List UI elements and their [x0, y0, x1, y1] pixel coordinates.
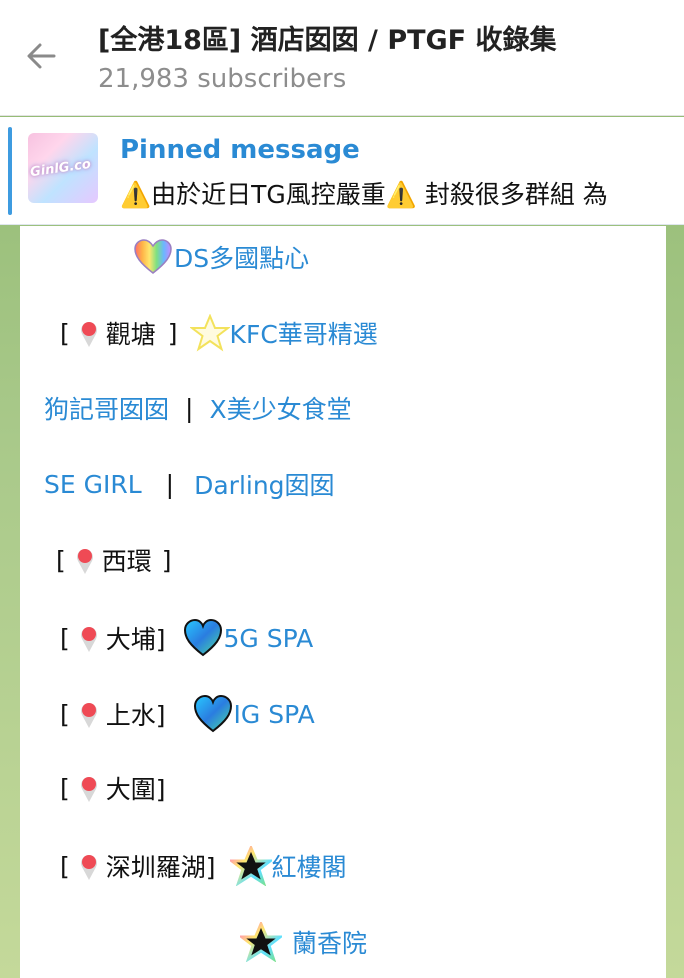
- glowing-star-icon: [189, 314, 230, 352]
- dog-link[interactable]: 狗記哥囡囡: [44, 390, 169, 426]
- pinned-message-bar[interactable]: GinlG.co Pinned message ⚠️由於近日TG風控嚴重⚠️ 封…: [0, 117, 684, 225]
- location-pin-icon: [76, 549, 93, 574]
- darling-link[interactable]: Darling囡囡: [194, 466, 334, 502]
- bracket-open: [: [56, 545, 66, 575]
- message-line-taiwai: [ 大圍]: [60, 770, 166, 806]
- message-line-shenzhen: [ 深圳羅湖] 紅樓閣: [60, 846, 347, 886]
- separator: |: [185, 393, 194, 423]
- location-pin-icon: [80, 322, 97, 347]
- district-label: 深圳羅湖]: [105, 853, 216, 882]
- ig-spa-link[interactable]: IG SPA: [234, 700, 315, 729]
- back-button[interactable]: [18, 32, 66, 80]
- message-line-dogs: 狗記哥囡囡 | X美少女食堂: [44, 390, 352, 426]
- message-line-kwuntong: [ 觀塘 ] KFC華哥精選: [60, 314, 378, 352]
- pinned-indicator: [8, 127, 12, 215]
- 5g-spa-link[interactable]: 5G SPA: [224, 624, 314, 653]
- bracket-open: [: [60, 699, 70, 729]
- district-label: 上水]: [105, 701, 166, 730]
- message-line-sheungshui: [ 上水] IG SPA: [60, 694, 315, 734]
- bracket-open: [: [60, 318, 70, 348]
- back-arrow-icon: [27, 43, 56, 69]
- pinned-text: ⚠️由於近日TG風控嚴重⚠️ 封殺很多群組 為: [120, 180, 608, 209]
- kfc-link[interactable]: KFC華哥精選: [230, 315, 378, 351]
- blue-heart-icon: [193, 694, 232, 733]
- bracket-open: [: [60, 623, 70, 653]
- black-star-icon: [240, 922, 282, 962]
- bracket-close: ]: [161, 545, 172, 575]
- bracket-close: ]: [167, 318, 178, 348]
- hongloug-link[interactable]: 紅樓閣: [272, 848, 347, 884]
- pinned-label: Pinned message: [120, 135, 360, 165]
- segirl-link[interactable]: SE GIRL: [44, 470, 142, 499]
- channel-header: [全港18區] 酒店囡囡 / PTGF 收錄集 21,983 subscribe…: [0, 0, 684, 116]
- x-girl-link[interactable]: X美少女食堂: [209, 390, 351, 426]
- message-line-ds: DS多國點心: [132, 238, 309, 276]
- message-line-lanxiang: 蘭香院: [240, 922, 367, 962]
- channel-title[interactable]: [全港18區] 酒店囡囡 / PTGF 收錄集: [98, 18, 678, 57]
- subscriber-count: 21,983 subscribers: [98, 64, 347, 94]
- bracket-open: [: [60, 851, 70, 881]
- rainbow-heart-icon: [134, 239, 172, 274]
- location-pin-icon: [80, 627, 97, 652]
- pinned-thumb-text: GinlG.co: [29, 156, 92, 181]
- blue-heart-icon: [183, 618, 222, 657]
- district-label: 觀塘: [105, 320, 156, 349]
- message-bubble: DS多國點心 [ 觀塘 ] KFC華哥精選 狗記哥囡囡 | X美少女食堂 SE …: [20, 226, 666, 978]
- ds-link[interactable]: DS多國點心: [174, 239, 309, 275]
- black-star-icon: [229, 846, 272, 886]
- message-line-saiwan: [ 西環 ]: [56, 542, 172, 578]
- lanxiang-link[interactable]: 蘭香院: [292, 924, 367, 960]
- message-line-taipo: [ 大埔] 5G SPA: [60, 618, 313, 658]
- location-pin-icon: [80, 855, 97, 880]
- chat-area: DS多國點心 [ 觀塘 ] KFC華哥精選 狗記哥囡囡 | X美少女食堂 SE …: [0, 226, 684, 978]
- pinned-thumbnail: GinlG.co: [28, 133, 98, 203]
- district-label: 西環: [101, 547, 152, 576]
- location-pin-icon: [80, 703, 97, 728]
- location-pin-icon: [80, 777, 97, 802]
- separator: |: [165, 469, 175, 499]
- district-label: 大圍]: [105, 775, 166, 804]
- bracket-open: [: [60, 773, 70, 803]
- district-label: 大埔]: [105, 625, 166, 654]
- message-line-segirl: SE GIRL | Darling囡囡: [44, 466, 335, 502]
